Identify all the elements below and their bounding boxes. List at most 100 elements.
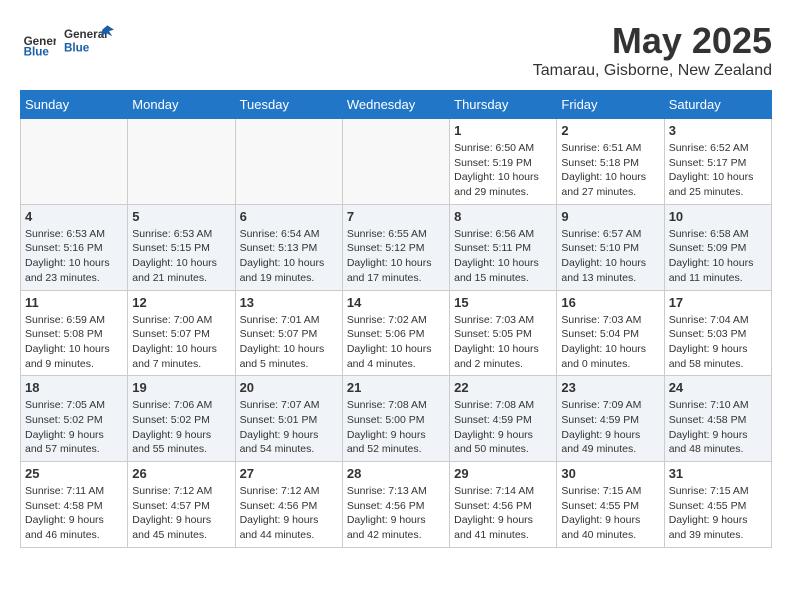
- calendar-cell: 5 Sunrise: 6:53 AMSunset: 5:15 PMDaylight…: [128, 204, 235, 290]
- day-number: 23: [561, 380, 659, 395]
- day-number: 29: [454, 466, 552, 481]
- day-info: Sunrise: 6:57 AMSunset: 5:10 PMDaylight:…: [561, 227, 659, 286]
- day-info: Sunrise: 7:11 AMSunset: 4:58 PMDaylight:…: [25, 484, 123, 543]
- calendar-cell: 31Sunrise: 7:15 AMSunset: 4:55 PMDayligh…: [664, 462, 771, 548]
- day-info: Sunrise: 7:15 AMSunset: 4:55 PMDaylight:…: [669, 484, 767, 543]
- day-info: Sunrise: 6:56 AMSunset: 5:11 PMDaylight:…: [454, 227, 552, 286]
- day-number: 12: [132, 295, 230, 310]
- calendar-cell: 11 Sunrise: 6:59 AMSunset: 5:08 PMDayligh…: [21, 290, 128, 376]
- title-section: May 2025 Tamarau, Gisborne, New Zealand: [533, 20, 772, 80]
- calendar-cell: 7 Sunrise: 6:55 AMSunset: 5:12 PMDaylight…: [342, 204, 449, 290]
- calendar-cell: 27Sunrise: 7:12 AMSunset: 4:56 PMDayligh…: [235, 462, 342, 548]
- page-header: General Blue General Blue May 2025 Tamar…: [20, 20, 772, 80]
- calendar-cell: 22Sunrise: 7:08 AMSunset: 4:59 PMDayligh…: [450, 376, 557, 462]
- calendar-week-row: 25Sunrise: 7:11 AMSunset: 4:58 PMDayligh…: [21, 462, 772, 548]
- day-number: 20: [240, 380, 338, 395]
- calendar-cell: [21, 119, 128, 205]
- weekday-header-monday: Monday: [128, 91, 235, 119]
- day-number: 17: [669, 295, 767, 310]
- day-number: 9: [561, 209, 659, 224]
- calendar-cell: 14Sunrise: 7:02 AMSunset: 5:06 PMDayligh…: [342, 290, 449, 376]
- day-number: 7: [347, 209, 445, 224]
- day-info: Sunrise: 7:08 AMSunset: 5:00 PMDaylight:…: [347, 398, 445, 457]
- calendar-cell: 17 Sunrise: 7:04 AMSunset: 5:03 PMDayligh…: [664, 290, 771, 376]
- day-number: 11: [25, 295, 123, 310]
- calendar-cell: 19Sunrise: 7:06 AMSunset: 5:02 PMDayligh…: [128, 376, 235, 462]
- day-info: Sunrise: 6:58 AMSunset: 5:09 PMDaylight:…: [669, 227, 767, 286]
- calendar-cell: [342, 119, 449, 205]
- day-info: Sunrise: 7:04 AMSunset: 5:03 PMDaylight:…: [669, 313, 767, 372]
- day-number: 15: [454, 295, 552, 310]
- day-number: 18: [25, 380, 123, 395]
- day-number: 2: [561, 123, 659, 138]
- month-title: May 2025: [533, 20, 772, 62]
- logo: General Blue General Blue: [20, 20, 114, 65]
- day-number: 24: [669, 380, 767, 395]
- calendar-cell: 9 Sunrise: 6:57 AMSunset: 5:10 PMDaylight…: [557, 204, 664, 290]
- day-info: Sunrise: 7:03 AMSunset: 5:05 PMDaylight:…: [454, 313, 552, 372]
- calendar-cell: 18 Sunrise: 7:05 AMSunset: 5:02 PMDayligh…: [21, 376, 128, 462]
- calendar-week-row: 18 Sunrise: 7:05 AMSunset: 5:02 PMDayligh…: [21, 376, 772, 462]
- day-number: 19: [132, 380, 230, 395]
- weekday-header-wednesday: Wednesday: [342, 91, 449, 119]
- day-number: 10: [669, 209, 767, 224]
- calendar-cell: 20 Sunrise: 7:07 AMSunset: 5:01 PMDayligh…: [235, 376, 342, 462]
- calendar-cell: 4Sunrise: 6:53 AMSunset: 5:16 PMDaylight…: [21, 204, 128, 290]
- day-number: 30: [561, 466, 659, 481]
- day-number: 28: [347, 466, 445, 481]
- calendar-cell: 26 Sunrise: 7:12 AMSunset: 4:57 PMDayligh…: [128, 462, 235, 548]
- day-info: Sunrise: 7:09 AMSunset: 4:59 PMDaylight:…: [561, 398, 659, 457]
- calendar-cell: 2Sunrise: 6:51 AMSunset: 5:18 PMDaylight…: [557, 119, 664, 205]
- day-info: Sunrise: 7:03 AMSunset: 5:04 PMDaylight:…: [561, 313, 659, 372]
- day-number: 27: [240, 466, 338, 481]
- svg-text:Blue: Blue: [24, 45, 50, 58]
- day-number: 8: [454, 209, 552, 224]
- day-number: 16: [561, 295, 659, 310]
- day-info: Sunrise: 6:52 AMSunset: 5:17 PMDaylight:…: [669, 141, 767, 200]
- day-number: 1: [454, 123, 552, 138]
- calendar-cell: 15 Sunrise: 7:03 AMSunset: 5:05 PMDayligh…: [450, 290, 557, 376]
- day-number: 5: [132, 209, 230, 224]
- day-info: Sunrise: 7:10 AMSunset: 4:58 PMDaylight:…: [669, 398, 767, 457]
- calendar-cell: 3 Sunrise: 6:52 AMSunset: 5:17 PMDaylight…: [664, 119, 771, 205]
- calendar-cell: 28 Sunrise: 7:13 AMSunset: 4:56 PMDayligh…: [342, 462, 449, 548]
- day-info: Sunrise: 7:01 AMSunset: 5:07 PMDaylight:…: [240, 313, 338, 372]
- calendar-cell: [128, 119, 235, 205]
- calendar-cell: 30Sunrise: 7:15 AMSunset: 4:55 PMDayligh…: [557, 462, 664, 548]
- day-number: 13: [240, 295, 338, 310]
- calendar-cell: 24 Sunrise: 7:10 AMSunset: 4:58 PMDayligh…: [664, 376, 771, 462]
- day-info: Sunrise: 6:55 AMSunset: 5:12 PMDaylight:…: [347, 227, 445, 286]
- day-info: Sunrise: 6:53 AMSunset: 5:16 PMDaylight:…: [25, 227, 123, 286]
- weekday-header-sunday: Sunday: [21, 91, 128, 119]
- calendar-cell: 13 Sunrise: 7:01 AMSunset: 5:07 PMDayligh…: [235, 290, 342, 376]
- logo-icon: General Blue: [20, 25, 56, 61]
- calendar-cell: 1 Sunrise: 6:50 AMSunset: 5:19 PMDaylight…: [450, 119, 557, 205]
- location-title: Tamarau, Gisborne, New Zealand: [533, 62, 772, 80]
- day-number: 26: [132, 466, 230, 481]
- day-number: 6: [240, 209, 338, 224]
- day-info: Sunrise: 6:59 AMSunset: 5:08 PMDaylight:…: [25, 313, 123, 372]
- calendar-week-row: 11 Sunrise: 6:59 AMSunset: 5:08 PMDayligh…: [21, 290, 772, 376]
- weekday-header-saturday: Saturday: [664, 91, 771, 119]
- day-info: Sunrise: 6:50 AMSunset: 5:19 PMDaylight:…: [454, 141, 552, 200]
- day-info: Sunrise: 7:08 AMSunset: 4:59 PMDaylight:…: [454, 398, 552, 457]
- day-info: Sunrise: 7:13 AMSunset: 4:56 PMDaylight:…: [347, 484, 445, 543]
- calendar-cell: 21Sunrise: 7:08 AMSunset: 5:00 PMDayligh…: [342, 376, 449, 462]
- calendar-cell: 16 Sunrise: 7:03 AMSunset: 5:04 PMDayligh…: [557, 290, 664, 376]
- day-info: Sunrise: 6:54 AMSunset: 5:13 PMDaylight:…: [240, 227, 338, 286]
- day-number: 3: [669, 123, 767, 138]
- day-info: Sunrise: 7:07 AMSunset: 5:01 PMDaylight:…: [240, 398, 338, 457]
- day-info: Sunrise: 7:14 AMSunset: 4:56 PMDaylight:…: [454, 484, 552, 543]
- day-info: Sunrise: 6:53 AMSunset: 5:15 PMDaylight:…: [132, 227, 230, 286]
- logo-bird-icon: General Blue: [64, 20, 114, 60]
- day-info: Sunrise: 7:00 AMSunset: 5:07 PMDaylight:…: [132, 313, 230, 372]
- weekday-header-tuesday: Tuesday: [235, 91, 342, 119]
- svg-text:Blue: Blue: [64, 41, 90, 54]
- calendar-table: SundayMondayTuesdayWednesdayThursdayFrid…: [20, 90, 772, 548]
- day-number: 14: [347, 295, 445, 310]
- calendar-cell: 23 Sunrise: 7:09 AMSunset: 4:59 PMDayligh…: [557, 376, 664, 462]
- calendar-cell: 6 Sunrise: 6:54 AMSunset: 5:13 PMDaylight…: [235, 204, 342, 290]
- day-info: Sunrise: 7:12 AMSunset: 4:57 PMDaylight:…: [132, 484, 230, 543]
- day-info: Sunrise: 7:05 AMSunset: 5:02 PMDaylight:…: [25, 398, 123, 457]
- calendar-week-row: 4Sunrise: 6:53 AMSunset: 5:16 PMDaylight…: [21, 204, 772, 290]
